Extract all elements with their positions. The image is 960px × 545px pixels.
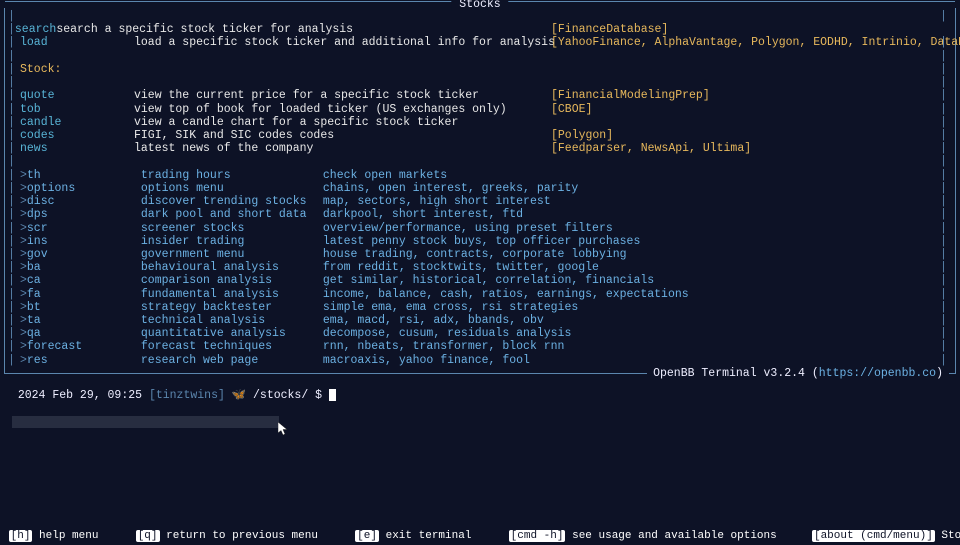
menu-row-qa[interactable]: |> qaquantitative analysisdecompose, cus… bbox=[8, 327, 952, 340]
cmd-row-quote[interactable]: | quoteview the current price for a spec… bbox=[8, 89, 952, 102]
spacer: || bbox=[8, 50, 952, 63]
key-h[interactable]: [h] bbox=[9, 530, 33, 542]
quit-label: return to previous menu bbox=[166, 530, 318, 542]
selection-highlight bbox=[12, 416, 279, 428]
cmd-row-codes[interactable]: | codesFIGI, SIK and SIC codes codes[Pol… bbox=[8, 129, 952, 142]
key-q[interactable]: [q] bbox=[136, 530, 160, 542]
menu-row-res[interactable]: |> resresearch web pagemacroaxis, yahoo … bbox=[8, 354, 952, 367]
spacer: || bbox=[8, 155, 952, 168]
menu-row-fa[interactable]: |> fafundamental analysisincome, balance… bbox=[8, 288, 952, 301]
panel-title: Stocks bbox=[451, 0, 508, 11]
menu-row-bt[interactable]: |> btstrategy backtestersimple ema, ema … bbox=[8, 301, 952, 314]
text-cursor bbox=[329, 389, 336, 401]
cmd-row-candle[interactable]: | candleview a candle chart for a specif… bbox=[8, 116, 952, 129]
cmd-row-tob[interactable]: | tobview top of book for loaded ticker … bbox=[8, 103, 952, 116]
key-e[interactable]: [e] bbox=[355, 530, 379, 542]
key-cmd-h[interactable]: [cmd -h] bbox=[509, 530, 566, 542]
menu-row-options[interactable]: |> optionsoptions menuchains, open inter… bbox=[8, 182, 952, 195]
menu-row-forecast[interactable]: |> forecastforecast techniquesrnn, nbeat… bbox=[8, 340, 952, 353]
menu-row-ca[interactable]: |> cacomparison analysisget similar, his… bbox=[8, 274, 952, 287]
mouse-cursor-icon bbox=[278, 422, 288, 440]
cmd-label: see usage and available options bbox=[572, 530, 777, 542]
spacer: || bbox=[8, 76, 952, 89]
cmd-row-search[interactable]: | searchsearch a specific stock ticker f… bbox=[8, 23, 952, 36]
menu-row-ba[interactable]: |> babehavioural analysisfrom reddit, st… bbox=[8, 261, 952, 274]
help-menu-label: help menu bbox=[39, 530, 98, 542]
menu-row-ins[interactable]: |> insinsider tradinglatest penny stock … bbox=[8, 235, 952, 248]
menu-row-ta[interactable]: |> tatechnical analysisema, macd, rsi, a… bbox=[8, 314, 952, 327]
panel-footer: OpenBB Terminal v3.2.4 (https://openbb.c… bbox=[647, 367, 949, 380]
menu-row-th[interactable]: |> thtrading hourscheck open markets| bbox=[8, 169, 952, 182]
menu-row-gov[interactable]: |> govgovernment menuhouse trading, cont… bbox=[8, 248, 952, 261]
key-about[interactable]: [about (cmd/menu)] bbox=[812, 530, 935, 542]
cmd-row-load[interactable]: | loadload a specific stock ticker and a… bbox=[8, 36, 952, 49]
menu-row-disc[interactable]: |> discdiscover trending stocksmap, sect… bbox=[8, 195, 952, 208]
section-header: | Stock: | bbox=[8, 63, 952, 76]
exit-label: exit terminal bbox=[386, 530, 472, 542]
cmd-row-news[interactable]: | newslatest news of the company[Feedpar… bbox=[8, 142, 952, 155]
menu-row-scr[interactable]: |> scrscreener stocksoverview/performanc… bbox=[8, 222, 952, 235]
menu-row-dps[interactable]: |> dpsdark pool and short datadarkpool, … bbox=[8, 208, 952, 221]
rest-label: Stocks (cmd/menu) Documen bbox=[941, 530, 960, 542]
spacer: || bbox=[8, 10, 952, 23]
butterfly-icon: 🦋 bbox=[232, 389, 246, 402]
stocks-panel: Stocks || | searchsearch a specific stoc… bbox=[4, 8, 956, 374]
footer-url[interactable]: https://openbb.co bbox=[819, 367, 936, 380]
